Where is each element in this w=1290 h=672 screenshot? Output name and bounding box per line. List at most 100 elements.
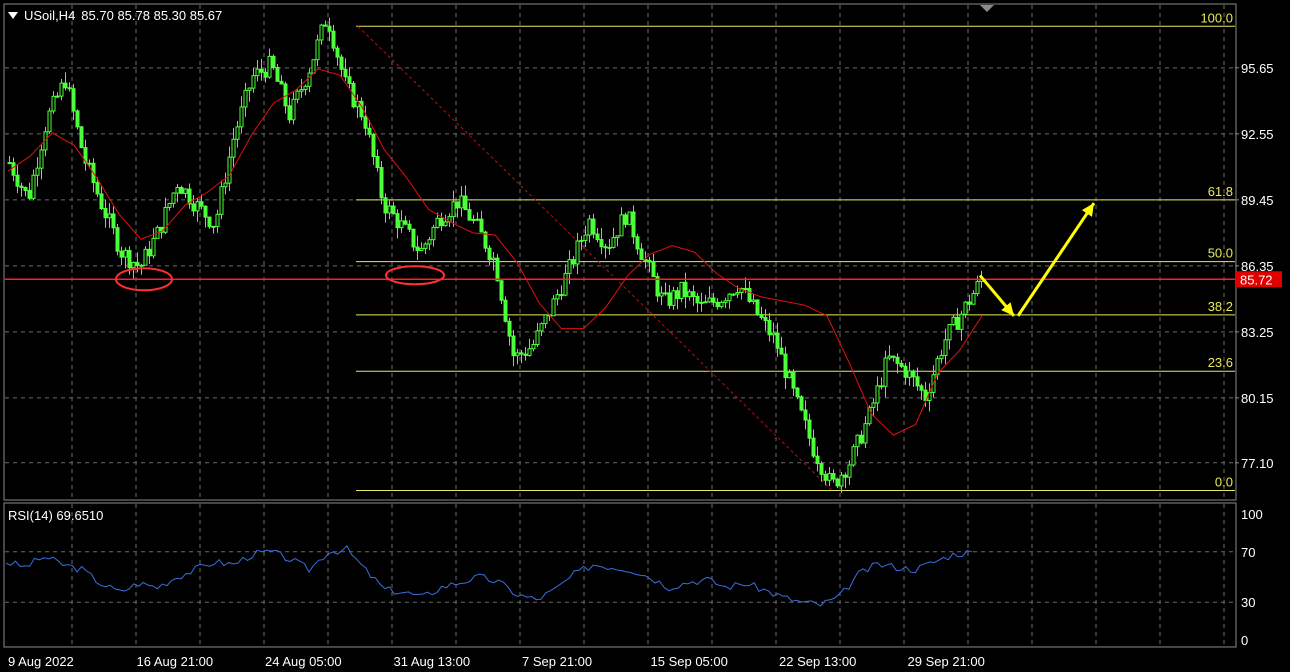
- candle-body: [807, 419, 812, 439]
- candle-body: [383, 197, 388, 214]
- price-axis: 95.65 92.55 89.45 86.35 83.25 80.15 77.10: [1235, 61, 1274, 471]
- candle-body: [191, 203, 196, 212]
- candle-body: [475, 218, 480, 221]
- candle-body: [775, 332, 780, 349]
- candle-body: [427, 239, 432, 245]
- candle-body: [675, 290, 680, 299]
- rsi-tick-label: 0: [1241, 633, 1248, 648]
- candle-body: [679, 281, 684, 299]
- candle-body: [423, 243, 428, 249]
- candle-body: [7, 162, 12, 165]
- candle-body: [131, 262, 136, 269]
- candle-body: [467, 209, 472, 221]
- candle-body: [491, 257, 496, 261]
- candle-body: [683, 281, 688, 298]
- candle-body: [443, 221, 448, 227]
- candle-body: [435, 217, 440, 228]
- candle-body: [31, 174, 36, 199]
- candle-body: [567, 259, 572, 274]
- candle-body: [855, 434, 860, 448]
- price-tick-label: 86.35: [1241, 259, 1274, 274]
- candle-body: [375, 156, 380, 169]
- fib-level-label: 100.0: [1200, 10, 1233, 25]
- candle-body: [803, 409, 808, 421]
- candle-body: [175, 187, 180, 194]
- candle-body: [87, 162, 92, 165]
- time-tick-label: 24 Aug 05:00: [265, 654, 342, 669]
- price-tick-label: 92.55: [1241, 127, 1274, 142]
- candle-body: [619, 214, 624, 237]
- candle-body: [627, 211, 632, 225]
- current-price-label: 85.72: [1240, 272, 1273, 287]
- candle-body: [259, 68, 264, 73]
- candle-body: [539, 323, 544, 332]
- candle-body: [599, 239, 604, 248]
- chevron-down-icon[interactable]: [8, 12, 18, 19]
- candle-body: [875, 385, 880, 404]
- candle-body: [339, 56, 344, 70]
- candle-body: [847, 464, 852, 478]
- candle-body: [295, 90, 300, 100]
- candle-body: [755, 299, 760, 316]
- candle-body: [327, 25, 332, 32]
- candle-body: [531, 343, 536, 350]
- candle-body: [143, 248, 148, 266]
- candle-body: [303, 85, 308, 91]
- candle-body: [767, 320, 772, 336]
- candle-body: [315, 39, 320, 61]
- candle-body: [455, 201, 460, 209]
- candle-body: [911, 370, 916, 378]
- candle-body: [111, 213, 116, 229]
- fib-level-label: 0.0: [1215, 474, 1233, 489]
- candle-body: [707, 297, 712, 303]
- candle-body: [955, 316, 960, 330]
- candle-body: [399, 220, 404, 229]
- time-tick-label: 31 Aug 13:00: [394, 654, 471, 669]
- candle-body: [887, 355, 892, 359]
- candle-body: [79, 126, 84, 149]
- candle-body: [819, 463, 824, 475]
- candle-body: [659, 292, 664, 297]
- candle-body: [23, 187, 28, 192]
- candle-body: [227, 156, 232, 184]
- candle-body: [387, 205, 392, 214]
- candle-body: [915, 376, 920, 387]
- fib-level-label: 50.0: [1208, 246, 1233, 261]
- candle-body: [871, 402, 876, 408]
- candle-body: [211, 225, 216, 228]
- candle-body: [499, 280, 504, 301]
- candle-body: [195, 201, 200, 212]
- rsi-tick-label: 100: [1241, 507, 1263, 522]
- candle-body: [431, 226, 436, 241]
- candle-body: [495, 257, 500, 282]
- candle-body: [463, 195, 468, 211]
- candle-body: [323, 24, 328, 27]
- time-tick-label: 7 Sep 21:00: [522, 654, 592, 669]
- candle-body: [107, 213, 112, 219]
- candle-body: [487, 247, 492, 261]
- price-tick-label: 83.25: [1241, 325, 1274, 340]
- candle-body: [535, 330, 540, 345]
- candle-body: [919, 385, 924, 391]
- price-tick-label: 80.15: [1241, 391, 1274, 406]
- candle-body: [595, 233, 600, 241]
- candle-body: [235, 126, 240, 140]
- trading-chart[interactable]: 100.0 61.8 50.0 38.2 23.6 0.0 85.72 95.65 92.5…: [0, 0, 1290, 672]
- candle-body: [11, 162, 16, 176]
- candle-body: [407, 223, 412, 230]
- candle-body: [419, 247, 424, 252]
- candle-body: [543, 314, 548, 325]
- candle-body: [279, 80, 284, 85]
- candle-body: [863, 423, 868, 444]
- candle-body: [527, 348, 532, 356]
- candle-body: [255, 68, 260, 77]
- candle-body: [403, 220, 408, 225]
- candle-body: [39, 149, 44, 169]
- candle-body: [523, 353, 528, 356]
- candle-body: [903, 365, 908, 378]
- candle-body: [715, 301, 720, 308]
- candle-body: [879, 385, 884, 388]
- candle-body: [451, 201, 456, 218]
- candle-body: [607, 246, 612, 249]
- candle-body: [179, 187, 184, 194]
